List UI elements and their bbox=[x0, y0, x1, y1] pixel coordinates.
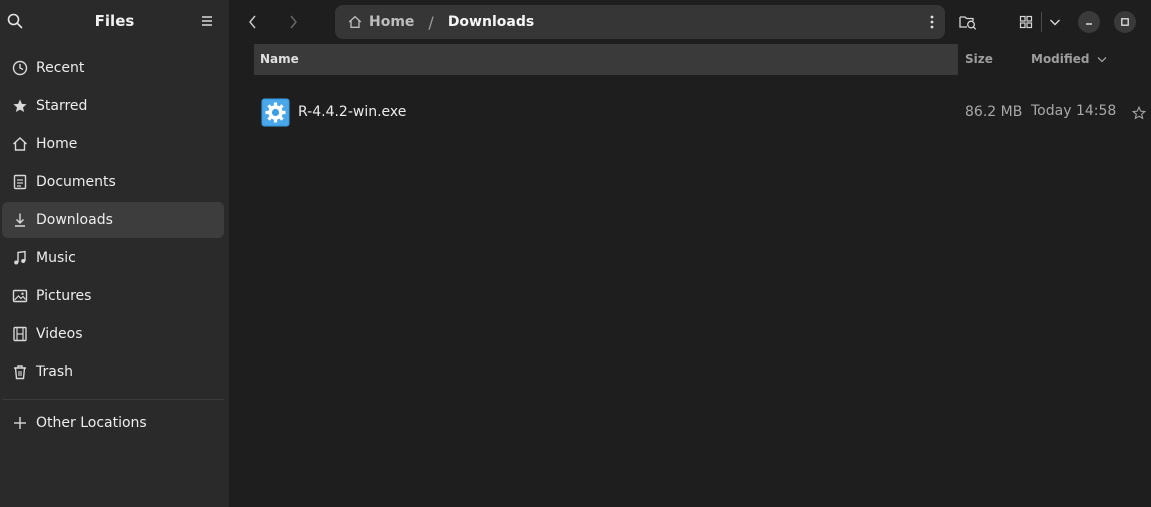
sidebar-places-list: Recent Starred Home Documents Downloads bbox=[0, 50, 230, 392]
music-note-icon bbox=[10, 248, 30, 268]
sidebar-item-documents[interactable]: Documents bbox=[2, 164, 224, 200]
sidebar-item-pictures[interactable]: Pictures bbox=[2, 278, 224, 314]
breadcrumb-home[interactable]: Home bbox=[347, 14, 414, 30]
sidebar-header: Files bbox=[0, 0, 229, 44]
hamburger-menu-icon[interactable] bbox=[199, 12, 215, 30]
chevron-down-icon bbox=[1050, 19, 1060, 26]
home-icon bbox=[10, 134, 30, 154]
file-row[interactable]: R-4.4.2-win.exe 86.2 MB Today 14:58 bbox=[254, 93, 1151, 133]
film-icon bbox=[10, 324, 30, 344]
column-header-size[interactable]: Size bbox=[965, 52, 993, 66]
minimize-icon bbox=[1086, 23, 1092, 25]
folder-search-icon bbox=[959, 16, 977, 30]
toolbar-divider bbox=[1041, 12, 1042, 32]
sidebar-item-home[interactable]: Home bbox=[2, 126, 224, 162]
file-modified: Today 14:58 bbox=[1031, 103, 1117, 119]
sidebar-item-music[interactable]: Music bbox=[2, 240, 224, 276]
app-title: Files bbox=[94, 12, 135, 30]
plus-icon bbox=[10, 413, 30, 433]
clock-icon bbox=[10, 58, 30, 78]
column-header-modified[interactable]: Modified bbox=[1031, 52, 1108, 66]
sidebar-divider bbox=[2, 399, 224, 400]
grid-view-button[interactable] bbox=[1017, 10, 1035, 34]
maximize-button[interactable] bbox=[1114, 11, 1136, 33]
sidebar: Files Recent Starred Home Documents Down… bbox=[0, 0, 230, 507]
column-headers: Name Size Modified bbox=[231, 44, 1151, 75]
path-bar[interactable]: Home / Downloads bbox=[335, 5, 945, 39]
forward-button[interactable] bbox=[281, 10, 305, 34]
document-icon bbox=[10, 172, 30, 192]
sidebar-item-label: Downloads bbox=[36, 212, 113, 228]
sidebar-item-label: Recent bbox=[36, 60, 85, 76]
sidebar-item-label: Documents bbox=[36, 174, 116, 190]
star-icon bbox=[10, 96, 30, 116]
download-icon bbox=[10, 210, 30, 230]
sidebar-item-label: Pictures bbox=[36, 288, 92, 304]
header-bar: Home / Downloads bbox=[231, 0, 1151, 44]
sidebar-item-recent[interactable]: Recent bbox=[2, 50, 224, 86]
grid-view-icon bbox=[1019, 15, 1033, 29]
sidebar-item-other-locations[interactable]: Other Locations bbox=[2, 405, 224, 441]
chevron-left-icon bbox=[249, 15, 256, 29]
sidebar-item-label: Other Locations bbox=[36, 415, 147, 431]
search-folder-button[interactable] bbox=[957, 10, 979, 34]
minimize-button[interactable] bbox=[1078, 11, 1100, 33]
maximize-icon bbox=[1121, 18, 1129, 26]
sidebar-item-label: Home bbox=[36, 136, 78, 152]
file-size: 86.2 MB bbox=[965, 104, 1023, 120]
kebab-menu-icon[interactable] bbox=[929, 14, 935, 30]
back-button[interactable] bbox=[241, 10, 265, 34]
breadcrumb-current[interactable]: Downloads bbox=[448, 14, 534, 30]
chevron-right-icon bbox=[290, 15, 297, 29]
sidebar-item-trash[interactable]: Trash bbox=[2, 354, 224, 390]
breadcrumb-separator: / bbox=[428, 12, 434, 32]
breadcrumb-home-label: Home bbox=[369, 14, 415, 30]
star-outline-icon[interactable] bbox=[1131, 105, 1147, 121]
executable-gear-icon bbox=[261, 98, 290, 127]
sidebar-item-label: Trash bbox=[36, 364, 73, 380]
view-options-button[interactable] bbox=[1046, 10, 1064, 34]
column-header-name[interactable]: Name bbox=[254, 44, 958, 75]
column-header-modified-label: Modified bbox=[1031, 52, 1090, 66]
file-name: R-4.4.2-win.exe bbox=[298, 104, 407, 120]
sidebar-item-videos[interactable]: Videos bbox=[2, 316, 224, 352]
sidebar-item-label: Music bbox=[36, 250, 76, 266]
picture-icon bbox=[10, 286, 30, 306]
sidebar-item-label: Videos bbox=[36, 326, 83, 342]
trash-icon bbox=[10, 362, 30, 382]
sort-chevron-down-icon bbox=[1097, 57, 1106, 63]
sidebar-item-downloads[interactable]: Downloads bbox=[2, 202, 224, 238]
sidebar-item-starred[interactable]: Starred bbox=[2, 88, 224, 124]
sidebar-item-label: Starred bbox=[36, 98, 88, 114]
other-locations-section: Other Locations bbox=[2, 405, 224, 441]
home-icon bbox=[348, 15, 362, 28]
